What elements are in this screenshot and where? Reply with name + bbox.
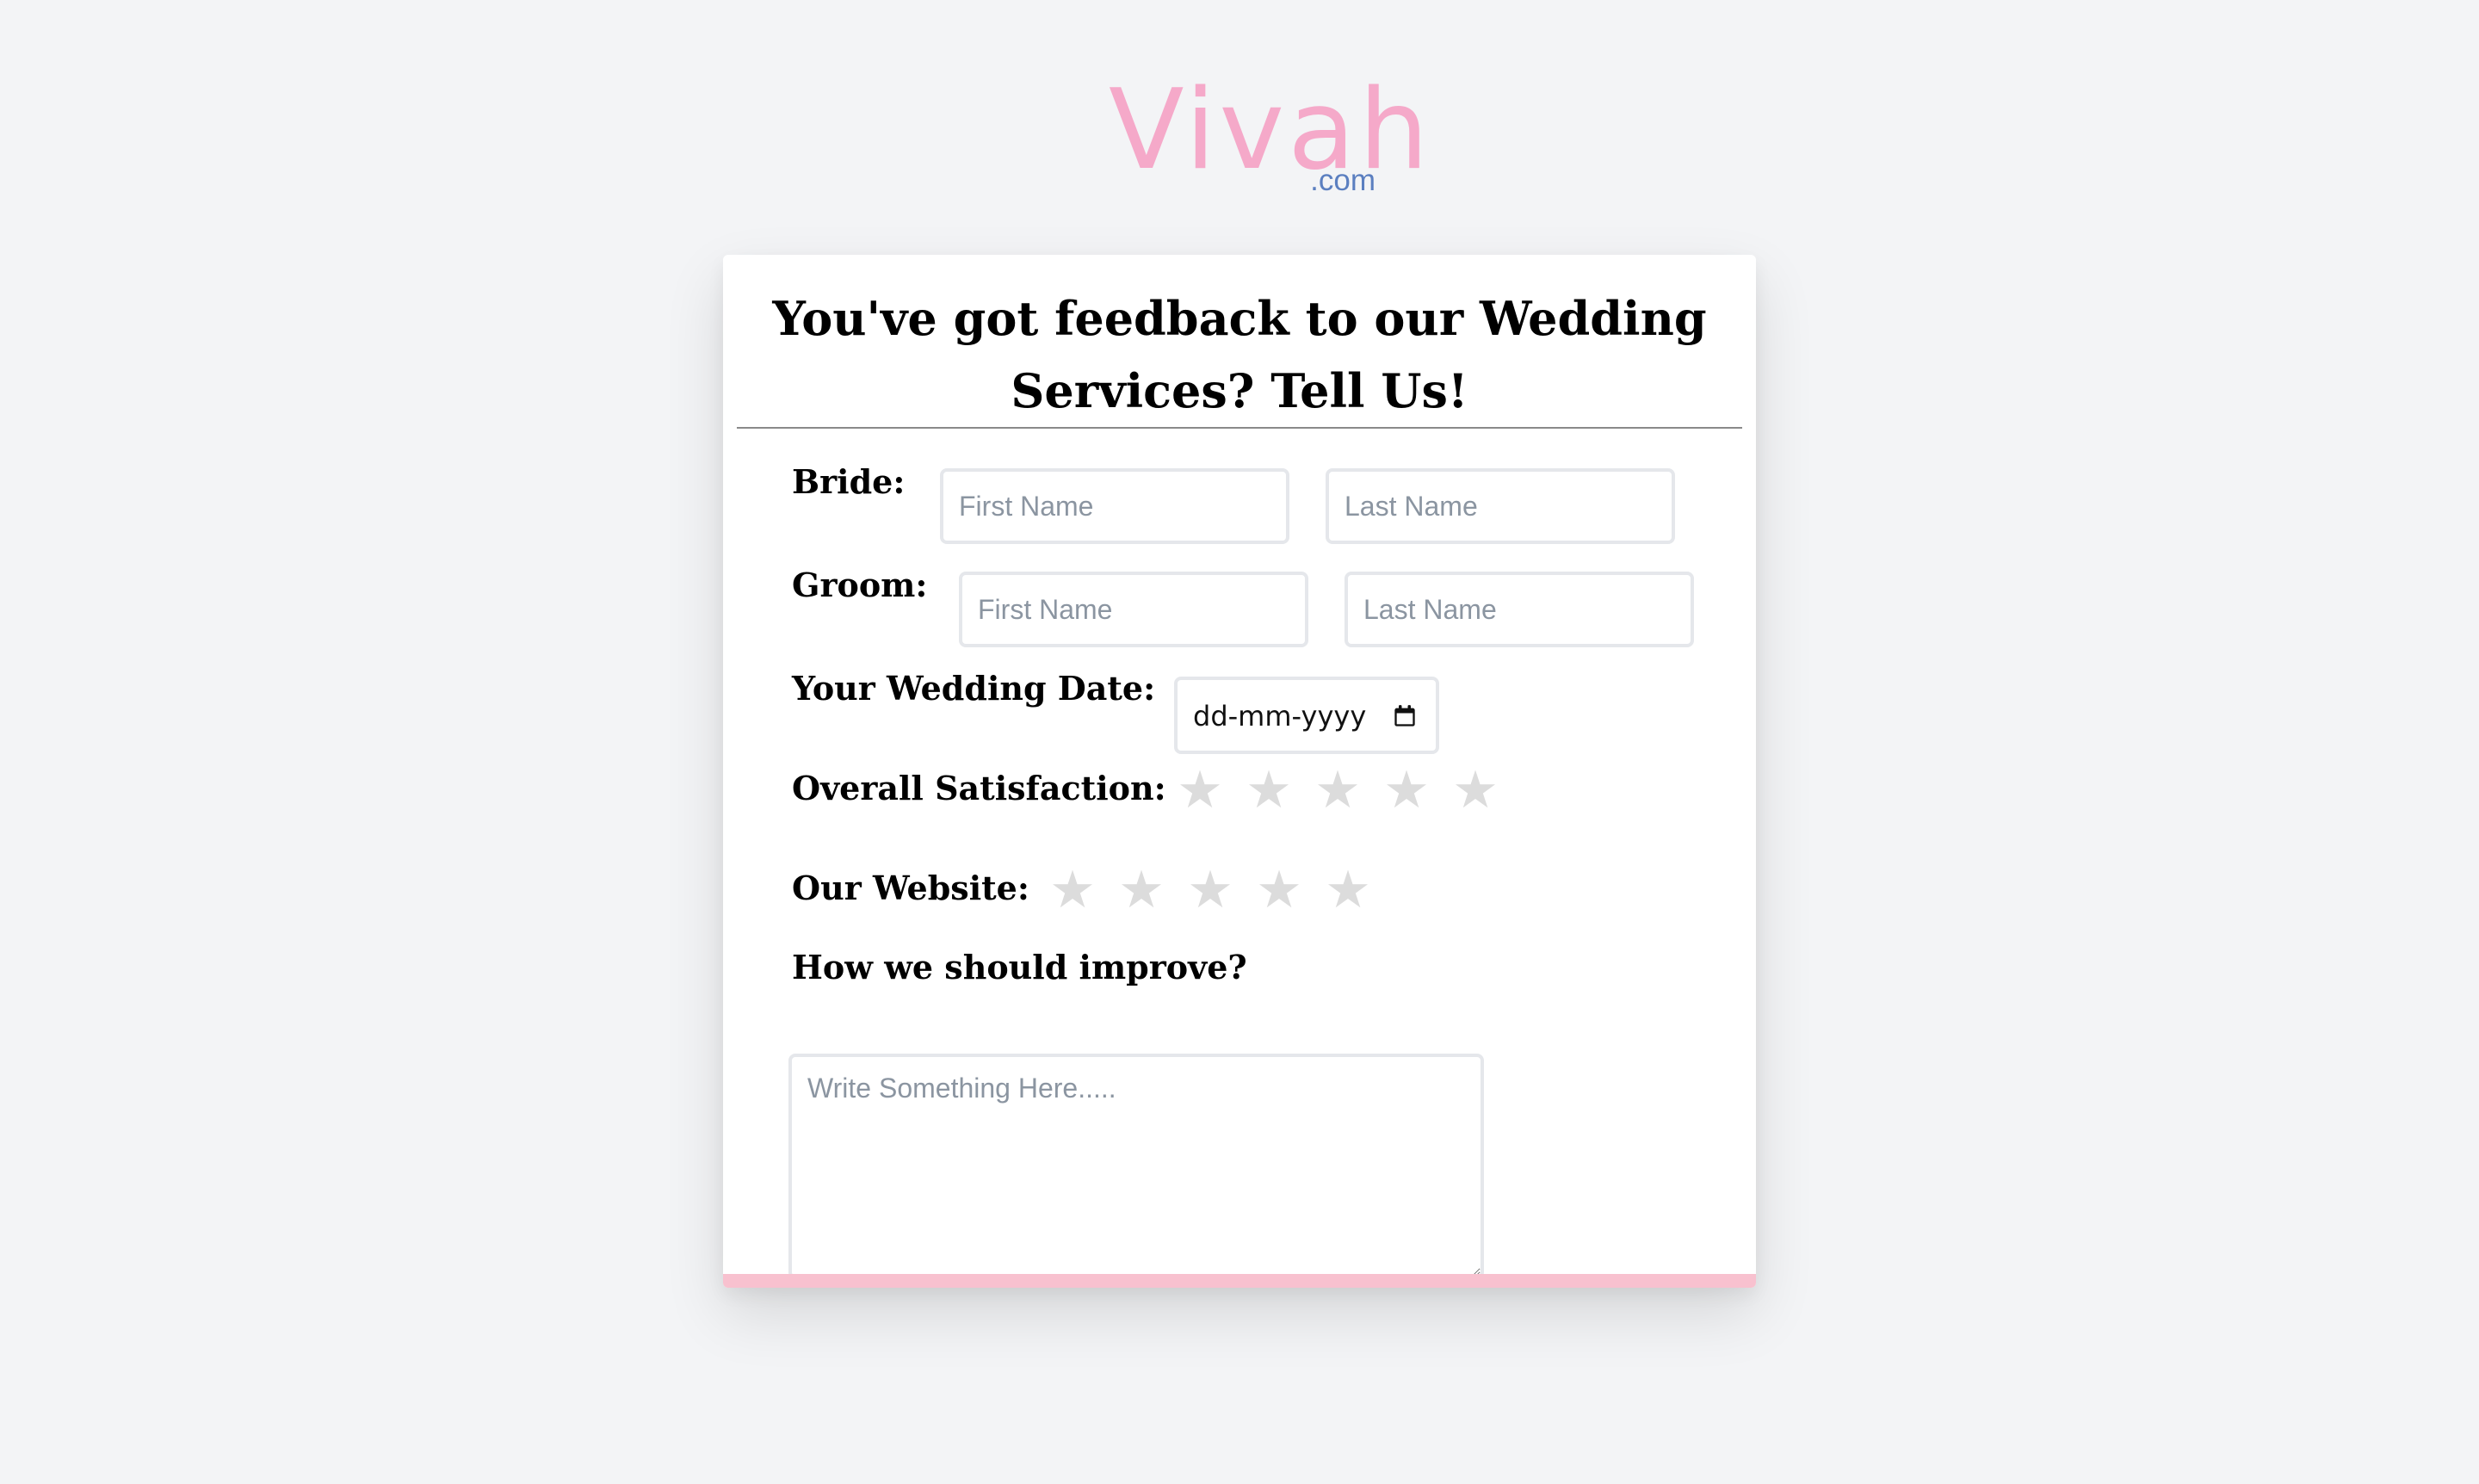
wedding-date-input[interactable]: dd-mm-yyyy xyxy=(1174,677,1439,754)
overall-satisfaction-rating: ★ ★ ★ ★ ★ xyxy=(1176,764,1499,816)
star-icon[interactable]: ★ xyxy=(1117,864,1165,916)
groom-first-name-input[interactable] xyxy=(959,572,1308,647)
our-website-rating: ★ ★ ★ ★ ★ xyxy=(1048,864,1372,916)
star-icon[interactable]: ★ xyxy=(1176,764,1224,816)
groom-label: Groom: xyxy=(792,566,928,604)
star-icon[interactable]: ★ xyxy=(1186,864,1234,916)
star-icon[interactable]: ★ xyxy=(1255,864,1303,916)
star-icon[interactable]: ★ xyxy=(1314,764,1362,816)
logo-domain: .com xyxy=(1310,164,1376,197)
date-placeholder: dd-mm-yyyy xyxy=(1193,700,1367,733)
star-icon[interactable]: ★ xyxy=(1324,864,1372,916)
feedback-form-card: You've got feedback to our Wedding Servi… xyxy=(723,255,1756,1288)
our-website-label: Our Website: xyxy=(792,869,1029,907)
card-accent-bar xyxy=(723,1274,1756,1288)
improve-label: How we should improve? xyxy=(792,948,1247,986)
groom-last-name-input[interactable] xyxy=(1345,572,1694,647)
bride-first-name-input[interactable] xyxy=(940,468,1289,544)
form-title: You've got feedback to our Wedding Servi… xyxy=(772,291,1707,418)
title-divider xyxy=(737,427,1742,429)
star-icon[interactable]: ★ xyxy=(1382,764,1431,816)
improve-textarea[interactable] xyxy=(788,1054,1484,1279)
star-icon[interactable]: ★ xyxy=(1451,764,1499,816)
star-icon[interactable]: ★ xyxy=(1048,864,1097,916)
logo-wordmark: Vivah xyxy=(1109,66,1432,195)
overall-satisfaction-label: Overall Satisfaction: xyxy=(792,769,1166,807)
wedding-date-label: Your Wedding Date: xyxy=(792,669,1156,708)
bride-label: Bride: xyxy=(792,462,906,501)
star-icon[interactable]: ★ xyxy=(1245,764,1293,816)
bride-last-name-input[interactable] xyxy=(1326,468,1675,544)
calendar-icon[interactable] xyxy=(1393,704,1417,728)
vivah-logo[interactable]: Vivah .com xyxy=(1109,71,1429,200)
